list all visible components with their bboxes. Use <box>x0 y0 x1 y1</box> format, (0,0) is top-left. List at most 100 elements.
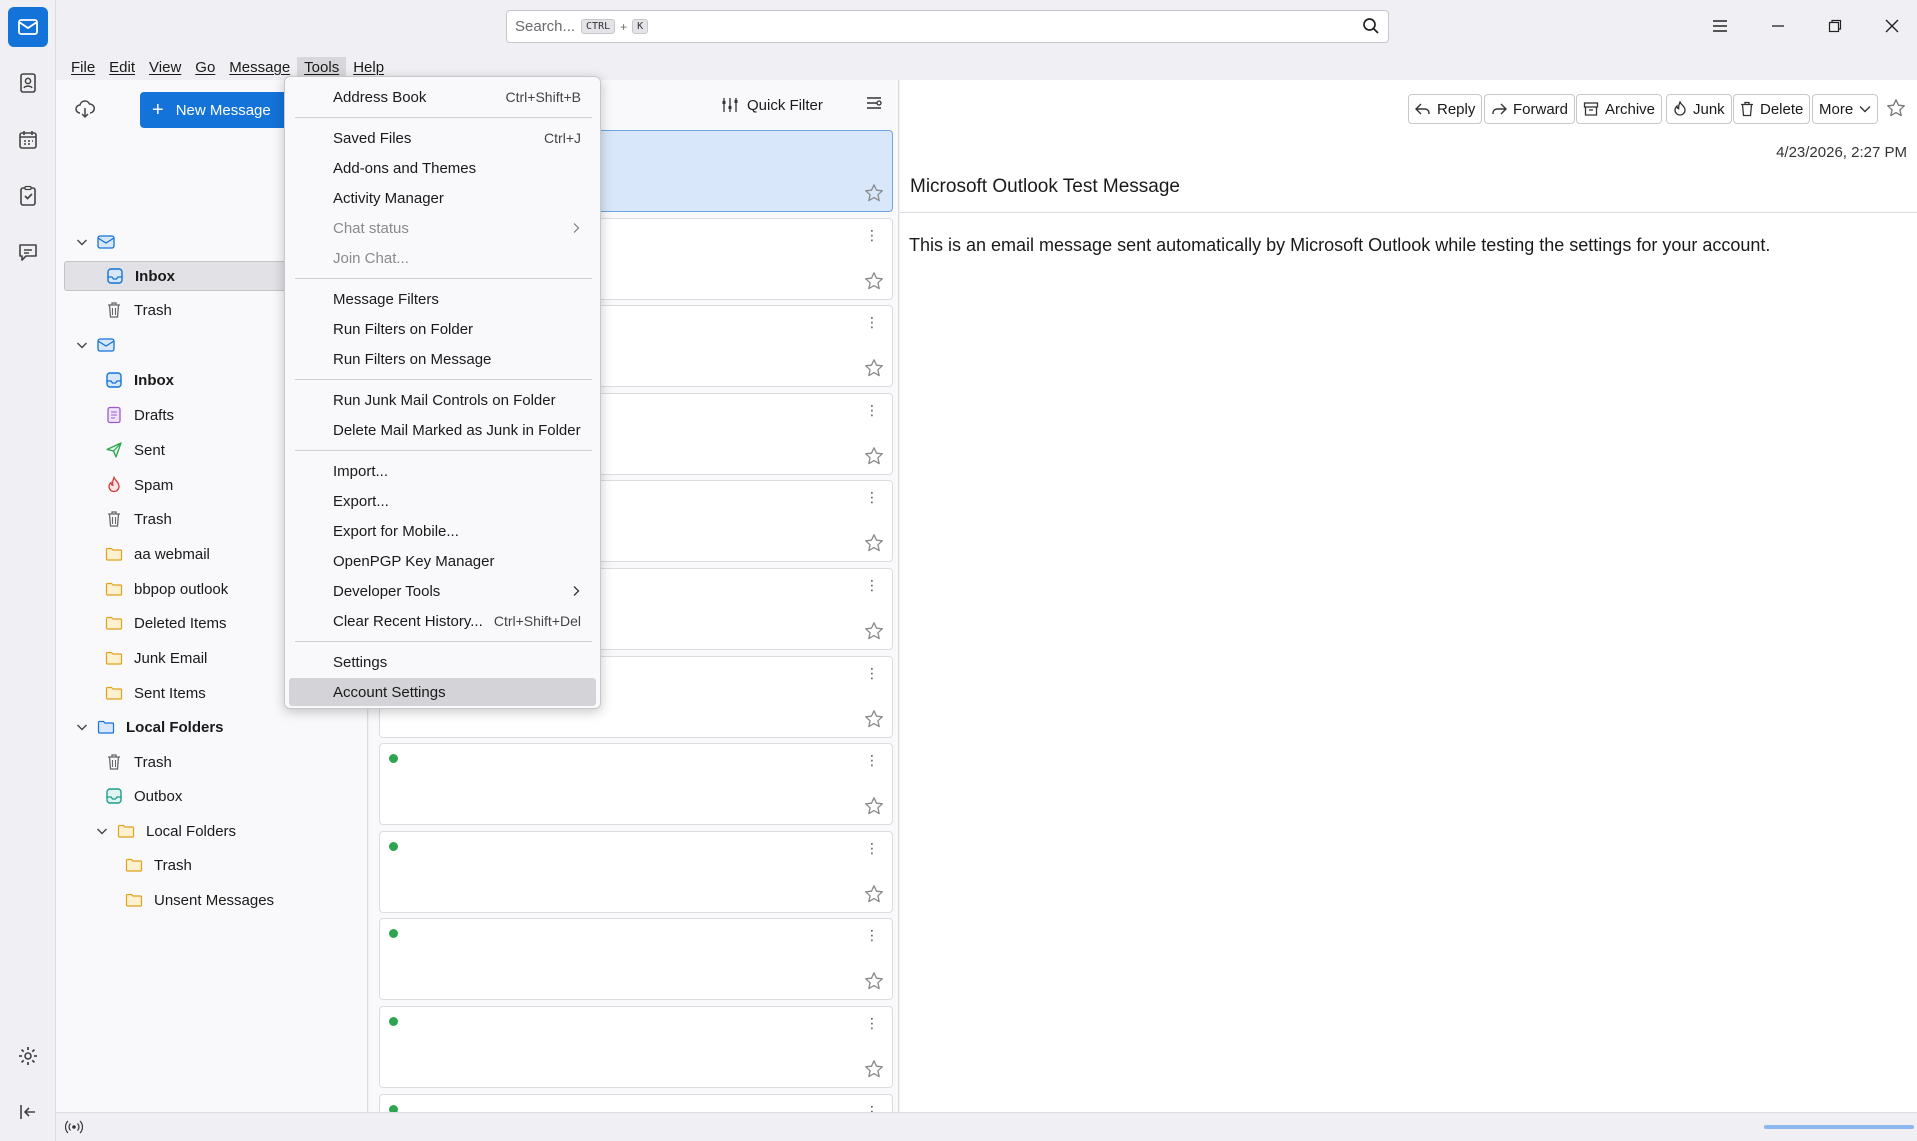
menu-separator <box>295 278 592 279</box>
close-window-button[interactable] <box>1874 12 1910 40</box>
message-card[interactable]: ⋮ <box>379 831 893 913</box>
title-bar: Search... CTRL + K <box>56 0 1917 54</box>
menu-run-junk-controls[interactable]: Run Junk Mail Controls on Folder <box>289 386 596 414</box>
new-message-button[interactable]: + New Message <box>140 92 290 128</box>
chat-space-button[interactable] <box>8 232 48 272</box>
menu-go[interactable]: Go <box>188 57 222 78</box>
more-label: More <box>1819 100 1854 118</box>
unread-dot <box>389 842 398 851</box>
kebab-menu-icon[interactable]: ⋮ <box>865 315 879 329</box>
folder-unsent-messages[interactable]: Unsent Messages <box>64 885 364 915</box>
archive-button[interactable]: Archive <box>1576 94 1663 124</box>
menu-account-settings[interactable]: Account Settings <box>289 678 596 706</box>
inbox-icon <box>105 266 125 286</box>
kebab-menu-icon[interactable]: ⋮ <box>865 841 879 855</box>
settings-space-button[interactable] <box>8 1036 48 1076</box>
menu-file[interactable]: File <box>64 57 102 78</box>
folder-label: Local Folders <box>126 718 224 736</box>
menu-item-label: Activity Manager <box>333 189 444 207</box>
message-card[interactable]: ⋮ <box>379 1006 893 1088</box>
menu-addons-themes[interactable]: Add-ons and Themes <box>289 154 596 182</box>
chevron-down-icon[interactable] <box>74 236 90 248</box>
star-icon[interactable] <box>864 709 884 729</box>
menu-view[interactable]: View <box>142 57 188 78</box>
search-input[interactable]: Search... CTRL + K <box>506 10 1389 43</box>
chevron-down-icon[interactable] <box>94 825 110 837</box>
star-icon[interactable] <box>864 533 884 553</box>
menu-help[interactable]: Help <box>346 57 391 78</box>
forward-button[interactable]: Forward <box>1484 94 1576 124</box>
menu-export[interactable]: Export... <box>289 487 596 515</box>
star-icon[interactable] <box>864 884 884 904</box>
menu-developer-tools[interactable]: Developer Tools <box>289 577 596 605</box>
app-menu-button[interactable] <box>1702 12 1738 40</box>
chevron-down-icon[interactable] <box>74 339 90 351</box>
chevron-down-icon[interactable] <box>74 721 90 733</box>
filter-sliders-icon <box>722 98 738 112</box>
star-icon[interactable] <box>864 796 884 816</box>
menu-address-book[interactable]: Address Book Ctrl+Shift+B <box>289 83 596 111</box>
kebab-menu-icon[interactable]: ⋮ <box>865 403 879 417</box>
menu-tools[interactable]: Tools <box>297 56 347 78</box>
quick-filter-button[interactable]: Quick Filter <box>721 92 823 118</box>
menu-run-filters-folder[interactable]: Run Filters on Folder <box>289 315 596 343</box>
kebab-menu-icon[interactable]: ⋮ <box>865 578 879 592</box>
address-book-space-button[interactable] <box>8 63 48 103</box>
menu-item-label: Saved Files <box>333 129 412 147</box>
star-icon[interactable] <box>864 1059 884 1079</box>
folder-label: Inbox <box>135 267 175 285</box>
menu-openpgp-key-manager[interactable]: OpenPGP Key Manager <box>289 547 596 575</box>
minimize-button[interactable] <box>1760 12 1796 40</box>
menu-activity-manager[interactable]: Activity Manager <box>289 184 596 212</box>
star-icon[interactable] <box>864 358 884 378</box>
more-button[interactable]: More <box>1812 94 1879 124</box>
menu-saved-files[interactable]: Saved Files Ctrl+J <box>289 124 596 152</box>
chevron-right-icon <box>571 222 581 234</box>
menu-edit[interactable]: Edit <box>102 57 142 78</box>
local-folders-subfolder-row[interactable]: Local Folders <box>64 816 364 846</box>
kebab-menu-icon[interactable]: ⋮ <box>865 666 879 680</box>
delete-button[interactable]: Delete <box>1733 94 1811 124</box>
menu-import[interactable]: Import... <box>289 457 596 485</box>
delete-label: Delete <box>1760 100 1804 118</box>
folder-sub-trash[interactable]: Trash <box>64 850 364 880</box>
kebab-menu-icon[interactable]: ⋮ <box>865 490 879 504</box>
kebab-menu-icon[interactable]: ⋮ <box>865 753 879 767</box>
collapse-spaces-button[interactable] <box>8 1092 48 1132</box>
star-icon[interactable] <box>864 271 884 291</box>
menu-item-label: Export... <box>333 492 389 510</box>
list-display-options-button[interactable] <box>865 94 883 112</box>
folder-outbox[interactable]: Outbox <box>64 781 364 811</box>
kebab-menu-icon[interactable]: ⋮ <box>865 928 879 942</box>
calendar-icon <box>19 131 37 149</box>
menu-message[interactable]: Message <box>222 57 297 78</box>
folder-local-trash[interactable]: Trash <box>64 747 364 777</box>
menu-clear-recent-history[interactable]: Clear Recent History... Ctrl+Shift+Del <box>289 607 596 635</box>
restore-button[interactable] <box>1817 12 1853 40</box>
online-status-icon[interactable] <box>65 1119 83 1135</box>
folder-icon <box>124 855 144 875</box>
local-folders-row[interactable]: Local Folders <box>64 712 364 742</box>
star-icon[interactable] <box>864 971 884 991</box>
junk-button[interactable]: Junk <box>1666 94 1732 124</box>
restore-icon <box>1828 19 1842 33</box>
calendar-space-button[interactable] <box>8 120 48 160</box>
message-card[interactable]: ⋮ <box>379 743 893 825</box>
menu-settings[interactable]: Settings <box>289 648 596 676</box>
menu-message-filters[interactable]: Message Filters <box>289 285 596 313</box>
menu-delete-junk[interactable]: Delete Mail Marked as Junk in Folder <box>289 416 596 444</box>
menu-run-filters-message[interactable]: Run Filters on Message <box>289 345 596 373</box>
menu-export-mobile[interactable]: Export for Mobile... <box>289 517 596 545</box>
message-card[interactable]: ⋮ <box>379 918 893 1000</box>
reply-button[interactable]: Reply <box>1408 94 1483 124</box>
mail-space-button[interactable] <box>8 7 48 47</box>
tasks-space-button[interactable] <box>8 176 48 216</box>
star-icon[interactable] <box>864 183 884 203</box>
kebab-menu-icon[interactable]: ⋮ <box>865 1016 879 1030</box>
kebab-menu-icon[interactable]: ⋮ <box>865 228 879 242</box>
search-icon[interactable] <box>1362 17 1380 35</box>
get-messages-button[interactable] <box>74 98 96 120</box>
star-message-button[interactable] <box>1886 98 1906 118</box>
star-icon[interactable] <box>864 621 884 641</box>
star-icon[interactable] <box>864 446 884 466</box>
